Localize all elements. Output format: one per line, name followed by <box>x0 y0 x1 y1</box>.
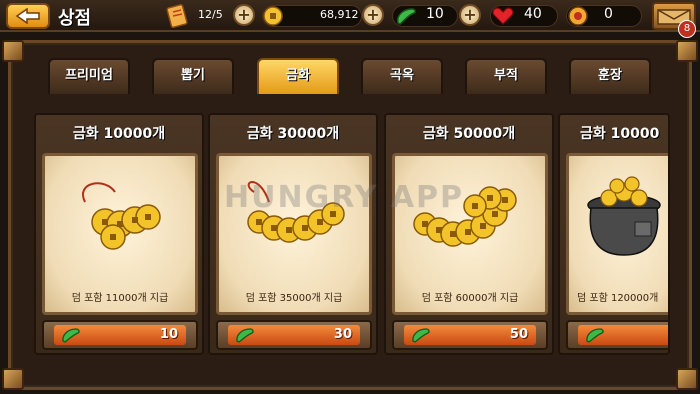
heart-amount: 40 <box>524 6 542 22</box>
buy-button[interactable]: 10 <box>42 320 198 350</box>
chili-amount: 10 <box>426 6 444 22</box>
item-title: 금화 10000개 <box>72 126 166 142</box>
buy-button[interactable]: 30 <box>216 320 372 350</box>
add-scroll-button[interactable]: + <box>233 4 255 26</box>
item-image-panel: 덤 포함 11000개 지급 <box>42 153 198 315</box>
heart-icon <box>492 7 514 25</box>
left-arrow-icon <box>15 8 40 24</box>
scroll-icon <box>166 3 188 29</box>
item-price: 10 <box>159 327 178 342</box>
chili-icon <box>412 328 430 343</box>
add-chili-button[interactable]: + <box>459 4 481 26</box>
coin-pot-icon <box>587 176 661 256</box>
item-price: 1 <box>667 327 668 342</box>
coin-string-icon <box>82 182 161 250</box>
watermark: HUNGRY APP <box>224 180 465 215</box>
frame-corner-ornament <box>676 40 698 62</box>
item-description: 덤 포함 120000개 <box>577 293 659 304</box>
item-price: 30 <box>333 327 352 342</box>
item-title: 금화 50000개 <box>422 126 516 142</box>
coin-string-icon <box>247 181 345 243</box>
tab-premium[interactable]: 프리미엄 <box>48 58 130 94</box>
chili-icon <box>62 328 80 343</box>
item-image-panel: 덤 포함 60000개 지급 <box>392 153 548 315</box>
frame-corner-ornament <box>2 40 24 62</box>
mailbox-button[interactable]: 8 <box>652 2 696 38</box>
item-title: 금화 30000개 <box>246 126 340 142</box>
medal-amount: 0 <box>604 6 613 22</box>
tab-talisman[interactable]: 부적 <box>465 58 547 94</box>
back-button[interactable] <box>6 3 50 29</box>
tab-gold[interactable]: 금화 <box>257 58 339 94</box>
buy-button[interactable]: 1 <box>566 320 668 350</box>
item-description: 덤 포함 35000개 지급 <box>245 293 343 304</box>
shop-item-card[interactable]: 금화 10000개 덤 포함 11000개 지급 10 <box>34 113 204 355</box>
item-price: 50 <box>509 327 528 342</box>
top-bar: 상점 12/5 + 68,912 + 10 + 40 0 8 <box>0 0 700 38</box>
add-gold-button[interactable]: + <box>362 4 384 26</box>
frame-corner-ornament <box>676 368 698 390</box>
item-description: 덤 포함 11000개 지급 <box>71 293 169 304</box>
chili-icon <box>586 328 604 343</box>
tab-gacha[interactable]: 뽑기 <box>152 58 234 94</box>
chili-icon <box>396 8 416 25</box>
item-image-panel: 덤 포함 35000개 지급 <box>216 153 372 315</box>
gold-amount: 68,912 <box>320 8 359 21</box>
frame-corner-ornament <box>2 368 24 390</box>
tab-gogok[interactable]: 곡옥 <box>361 58 443 94</box>
shop-item-card[interactable]: 금화 30000개 덤 포함 35000개 지급 30 <box>208 113 378 355</box>
chili-icon <box>236 328 254 343</box>
item-image-panel: 덤 포함 120000개 <box>566 153 668 315</box>
shop-item-card[interactable]: 금화 10000 덤 포함 120000개 1 <box>558 113 670 355</box>
scroll-count: 12/5 <box>198 8 223 21</box>
buy-button[interactable]: 50 <box>392 320 548 350</box>
medal-icon <box>568 6 588 26</box>
item-title: 금화 10000 <box>580 126 660 142</box>
gold-coin-icon <box>263 6 283 26</box>
mail-count-badge: 8 <box>678 20 696 38</box>
page-title: 상점 <box>58 8 92 29</box>
item-description: 덤 포함 60000개 지급 <box>421 293 519 304</box>
shop-item-card[interactable]: 금화 50000개 덤 포함 60000개 지급 50 <box>384 113 554 355</box>
coin-string-icon <box>413 186 517 247</box>
tab-medal[interactable]: 훈장 <box>569 58 651 94</box>
